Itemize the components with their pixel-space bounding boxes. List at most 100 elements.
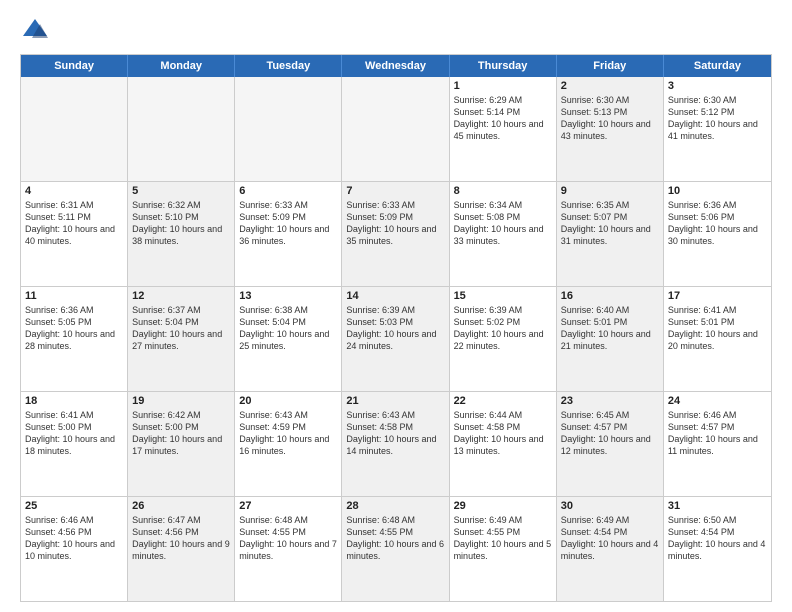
cal-row-1: 4Sunrise: 6:31 AM Sunset: 5:11 PM Daylig… — [21, 181, 771, 286]
cell-details: Sunrise: 6:45 AM Sunset: 4:57 PM Dayligh… — [561, 409, 659, 458]
day-number: 30 — [561, 500, 659, 512]
cell-details: Sunrise: 6:49 AM Sunset: 4:55 PM Dayligh… — [454, 514, 552, 563]
cell-details: Sunrise: 6:43 AM Sunset: 4:58 PM Dayligh… — [346, 409, 444, 458]
day-number: 17 — [668, 290, 767, 302]
day-number: 14 — [346, 290, 444, 302]
cell-details: Sunrise: 6:33 AM Sunset: 5:09 PM Dayligh… — [239, 199, 337, 248]
cell-details: Sunrise: 6:36 AM Sunset: 5:05 PM Dayligh… — [25, 304, 123, 353]
cell-details: Sunrise: 6:33 AM Sunset: 5:09 PM Dayligh… — [346, 199, 444, 248]
day-number: 16 — [561, 290, 659, 302]
calendar: SundayMondayTuesdayWednesdayThursdayFrid… — [20, 54, 772, 602]
header-day-friday: Friday — [557, 55, 664, 77]
cell-details: Sunrise: 6:47 AM Sunset: 4:56 PM Dayligh… — [132, 514, 230, 563]
header-day-tuesday: Tuesday — [235, 55, 342, 77]
cal-row-4: 25 Sunrise: 6:46 AM Sunset: 4:56 PM Dayli… — [21, 496, 771, 601]
cell-details: Sunrise: 6:40 AM Sunset: 5:01 PM Dayligh… — [561, 304, 659, 353]
cell-details: Sunrise: 6:46 AM Sunset: 4:57 PM Dayligh… — [668, 409, 767, 458]
cell-details: Sunrise: 6:49 AM Sunset: 4:54 PM Dayligh… — [561, 514, 659, 563]
cal-cell — [21, 77, 128, 181]
header-day-saturday: Saturday — [664, 55, 771, 77]
cal-cell: 31 Sunrise: 6:50 AM Sunset: 4:54 PM Dayli… — [664, 497, 771, 601]
day-number: 10 — [668, 185, 767, 197]
day-number: 7 — [346, 185, 444, 197]
cal-cell: 20 Sunrise: 6:43 AM Sunset: 4:59 PM Dayli… — [235, 392, 342, 496]
cal-cell: 2 Sunrise: 6:30 AM Sunset: 5:13 PM Daylig… — [557, 77, 664, 181]
cal-cell: 11 Sunrise: 6:36 AM Sunset: 5:05 PM Dayli… — [21, 287, 128, 391]
cal-cell: 19Sunrise: 6:42 AM Sunset: 5:00 PM Dayli… — [128, 392, 235, 496]
day-number: 6 — [239, 185, 337, 197]
day-number: 31 — [668, 500, 767, 512]
day-number: 23 — [561, 395, 659, 407]
cal-cell: 3 Sunrise: 6:30 AM Sunset: 5:12 PM Daylig… — [664, 77, 771, 181]
header-day-sunday: Sunday — [21, 55, 128, 77]
day-number: 3 — [668, 80, 767, 92]
cal-cell: 12Sunrise: 6:37 AM Sunset: 5:04 PM Dayli… — [128, 287, 235, 391]
cal-cell: 5 Sunrise: 6:32 AM Sunset: 5:10 PM Daylig… — [128, 182, 235, 286]
cal-cell: 17 Sunrise: 6:41 AM Sunset: 5:01 PM Dayli… — [664, 287, 771, 391]
day-number: 8 — [454, 185, 552, 197]
day-number: 18 — [25, 395, 123, 407]
cal-cell — [235, 77, 342, 181]
cal-cell: 28Sunrise: 6:48 AM Sunset: 4:55 PM Dayli… — [342, 497, 449, 601]
day-number: 9 — [561, 185, 659, 197]
cell-details: Sunrise: 6:50 AM Sunset: 4:54 PM Dayligh… — [668, 514, 767, 563]
cell-details: Sunrise: 6:30 AM Sunset: 5:13 PM Dayligh… — [561, 94, 659, 143]
calendar-header: SundayMondayTuesdayWednesdayThursdayFrid… — [21, 55, 771, 77]
cal-cell: 8 Sunrise: 6:34 AM Sunset: 5:08 PM Daylig… — [450, 182, 557, 286]
cal-cell: 9 Sunrise: 6:35 AM Sunset: 5:07 PM Daylig… — [557, 182, 664, 286]
cal-cell: 30 Sunrise: 6:49 AM Sunset: 4:54 PM Dayli… — [557, 497, 664, 601]
cell-details: Sunrise: 6:32 AM Sunset: 5:10 PM Dayligh… — [132, 199, 230, 248]
day-number: 19 — [132, 395, 230, 407]
day-number: 29 — [454, 500, 552, 512]
cal-cell: 10 Sunrise: 6:36 AM Sunset: 5:06 PM Dayli… — [664, 182, 771, 286]
cell-details: Sunrise: 6:39 AM Sunset: 5:03 PM Dayligh… — [346, 304, 444, 353]
header-day-wednesday: Wednesday — [342, 55, 449, 77]
cell-details: Sunrise: 6:41 AM Sunset: 5:00 PM Dayligh… — [25, 409, 123, 458]
header — [20, 16, 772, 46]
cal-cell: 22 Sunrise: 6:44 AM Sunset: 4:58 PM Dayli… — [450, 392, 557, 496]
cal-row-0: 1Sunrise: 6:29 AM Sunset: 5:14 PM Daylig… — [21, 77, 771, 181]
day-number: 11 — [25, 290, 123, 302]
day-number: 15 — [454, 290, 552, 302]
day-number: 27 — [239, 500, 337, 512]
cell-details: Sunrise: 6:34 AM Sunset: 5:08 PM Dayligh… — [454, 199, 552, 248]
cal-cell: 16 Sunrise: 6:40 AM Sunset: 5:01 PM Dayli… — [557, 287, 664, 391]
cal-cell: 26Sunrise: 6:47 AM Sunset: 4:56 PM Dayli… — [128, 497, 235, 601]
day-number: 20 — [239, 395, 337, 407]
cal-cell: 24 Sunrise: 6:46 AM Sunset: 4:57 PM Dayli… — [664, 392, 771, 496]
day-number: 1 — [454, 80, 552, 92]
cal-cell: 6 Sunrise: 6:33 AM Sunset: 5:09 PM Daylig… — [235, 182, 342, 286]
cal-cell: 15Sunrise: 6:39 AM Sunset: 5:02 PM Dayli… — [450, 287, 557, 391]
cell-details: Sunrise: 6:48 AM Sunset: 4:55 PM Dayligh… — [346, 514, 444, 563]
cal-cell: 21Sunrise: 6:43 AM Sunset: 4:58 PM Dayli… — [342, 392, 449, 496]
page: SundayMondayTuesdayWednesdayThursdayFrid… — [0, 0, 792, 612]
cal-row-3: 18 Sunrise: 6:41 AM Sunset: 5:00 PM Dayli… — [21, 391, 771, 496]
cell-details: Sunrise: 6:35 AM Sunset: 5:07 PM Dayligh… — [561, 199, 659, 248]
calendar-body: 1Sunrise: 6:29 AM Sunset: 5:14 PM Daylig… — [21, 77, 771, 601]
cal-cell: 18 Sunrise: 6:41 AM Sunset: 5:00 PM Dayli… — [21, 392, 128, 496]
day-number: 5 — [132, 185, 230, 197]
cal-cell: 27 Sunrise: 6:48 AM Sunset: 4:55 PM Dayli… — [235, 497, 342, 601]
cal-cell: 7 Sunrise: 6:33 AM Sunset: 5:09 PM Daylig… — [342, 182, 449, 286]
day-number: 22 — [454, 395, 552, 407]
cell-details: Sunrise: 6:44 AM Sunset: 4:58 PM Dayligh… — [454, 409, 552, 458]
day-number: 25 — [25, 500, 123, 512]
logo — [20, 16, 54, 46]
day-number: 24 — [668, 395, 767, 407]
cal-cell: 25 Sunrise: 6:46 AM Sunset: 4:56 PM Dayli… — [21, 497, 128, 601]
cal-cell: 4Sunrise: 6:31 AM Sunset: 5:11 PM Daylig… — [21, 182, 128, 286]
cell-details: Sunrise: 6:36 AM Sunset: 5:06 PM Dayligh… — [668, 199, 767, 248]
cell-details: Sunrise: 6:30 AM Sunset: 5:12 PM Dayligh… — [668, 94, 767, 143]
header-day-thursday: Thursday — [450, 55, 557, 77]
cell-details: Sunrise: 6:48 AM Sunset: 4:55 PM Dayligh… — [239, 514, 337, 563]
cal-row-2: 11 Sunrise: 6:36 AM Sunset: 5:05 PM Dayli… — [21, 286, 771, 391]
cell-details: Sunrise: 6:43 AM Sunset: 4:59 PM Dayligh… — [239, 409, 337, 458]
cal-cell: 29 Sunrise: 6:49 AM Sunset: 4:55 PM Dayli… — [450, 497, 557, 601]
day-number: 2 — [561, 80, 659, 92]
cal-cell — [128, 77, 235, 181]
cell-details: Sunrise: 6:38 AM Sunset: 5:04 PM Dayligh… — [239, 304, 337, 353]
cal-cell: 23 Sunrise: 6:45 AM Sunset: 4:57 PM Dayli… — [557, 392, 664, 496]
cell-details: Sunrise: 6:46 AM Sunset: 4:56 PM Dayligh… — [25, 514, 123, 563]
cell-details: Sunrise: 6:41 AM Sunset: 5:01 PM Dayligh… — [668, 304, 767, 353]
cal-cell: 14 Sunrise: 6:39 AM Sunset: 5:03 PM Dayli… — [342, 287, 449, 391]
